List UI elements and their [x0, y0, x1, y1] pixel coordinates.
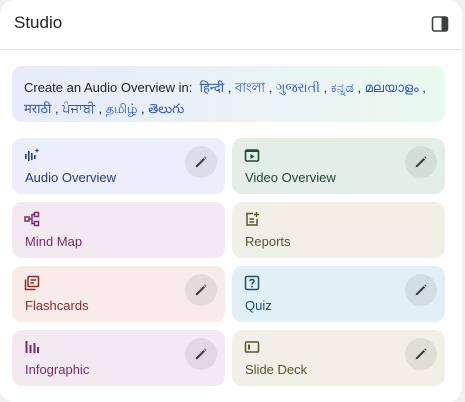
flashcards-card[interactable]: Flashcards	[12, 266, 225, 322]
audio-overview-language-banner: Create an Audio Overview in: हिन्दी , বা…	[12, 66, 445, 122]
pencil-icon	[195, 284, 207, 296]
mind-map-card[interactable]: Mind Map	[12, 202, 225, 258]
studio-header: Studio	[0, 0, 462, 50]
language-separator: ,	[137, 101, 149, 116]
language-separator: ,	[418, 80, 426, 95]
edit-button[interactable]	[405, 274, 437, 306]
card-label: Mind Map	[25, 234, 83, 249]
slide-deck-icon	[244, 341, 260, 353]
language-separator: ,	[51, 101, 63, 116]
language-link[interactable]: বাংলা	[235, 80, 265, 95]
card-label: Flashcards	[25, 298, 89, 313]
pencil-icon	[415, 156, 427, 168]
video-overview-card[interactable]: Video Overview	[232, 138, 445, 194]
edit-button[interactable]	[185, 338, 217, 370]
panel-title: Studio	[14, 13, 63, 32]
banner-prefix: Create an Audio Overview in:	[24, 80, 193, 95]
pencil-icon	[195, 348, 207, 360]
language-link[interactable]: ਪੰਜਾਬੀ	[62, 101, 95, 116]
language-link[interactable]: ಕನ್ನಡ	[331, 80, 354, 95]
flashcards-icon	[24, 275, 40, 291]
language-link[interactable]: മലയാളം	[365, 80, 419, 95]
language-separator: ,	[224, 80, 236, 95]
collapse-panel-icon	[431, 16, 449, 32]
language-link[interactable]: हिन्दी	[200, 80, 225, 95]
edit-button[interactable]	[405, 146, 437, 178]
language-separator: ,	[265, 80, 276, 95]
quiz-icon	[244, 275, 260, 291]
collapse-panel-button[interactable]	[430, 14, 450, 34]
language-link[interactable]: ગુજરાતી	[276, 80, 320, 95]
pencil-icon	[415, 348, 427, 360]
mind-map-icon	[24, 211, 40, 227]
language-link[interactable]: मराठी	[24, 101, 51, 116]
edit-button[interactable]	[405, 338, 437, 370]
language-separator: ,	[353, 80, 365, 95]
infographic-icon	[25, 341, 39, 353]
edit-button[interactable]	[185, 274, 217, 306]
language-link[interactable]: తెలుగు	[148, 101, 184, 116]
card-label: Quiz	[245, 298, 272, 313]
quiz-card[interactable]: Quiz	[232, 266, 445, 322]
reports-icon	[246, 212, 259, 226]
card-label: Slide Deck	[245, 362, 308, 377]
card-label: Infographic	[25, 362, 90, 377]
language-separator: ,	[94, 101, 106, 116]
audio-waveform-icon	[25, 148, 40, 161]
infographic-card[interactable]: Infographic	[12, 330, 225, 386]
card-label: Reports	[245, 234, 291, 249]
edit-button[interactable]	[185, 146, 217, 178]
pencil-icon	[195, 156, 207, 168]
language-link[interactable]: தமிழ்	[106, 101, 138, 116]
audio-overview-card[interactable]: Audio Overview	[12, 138, 225, 194]
card-label: Video Overview	[245, 170, 336, 185]
video-play-icon	[244, 149, 260, 162]
reports-card[interactable]: Reports	[232, 202, 445, 258]
language-separator: ,	[319, 80, 331, 95]
card-label: Audio Overview	[25, 170, 117, 185]
pencil-icon	[415, 284, 427, 296]
studio-panel: Studio Create an Audio Overview in: हिन्…	[0, 0, 462, 402]
slide-deck-card[interactable]: Slide Deck	[232, 330, 445, 386]
